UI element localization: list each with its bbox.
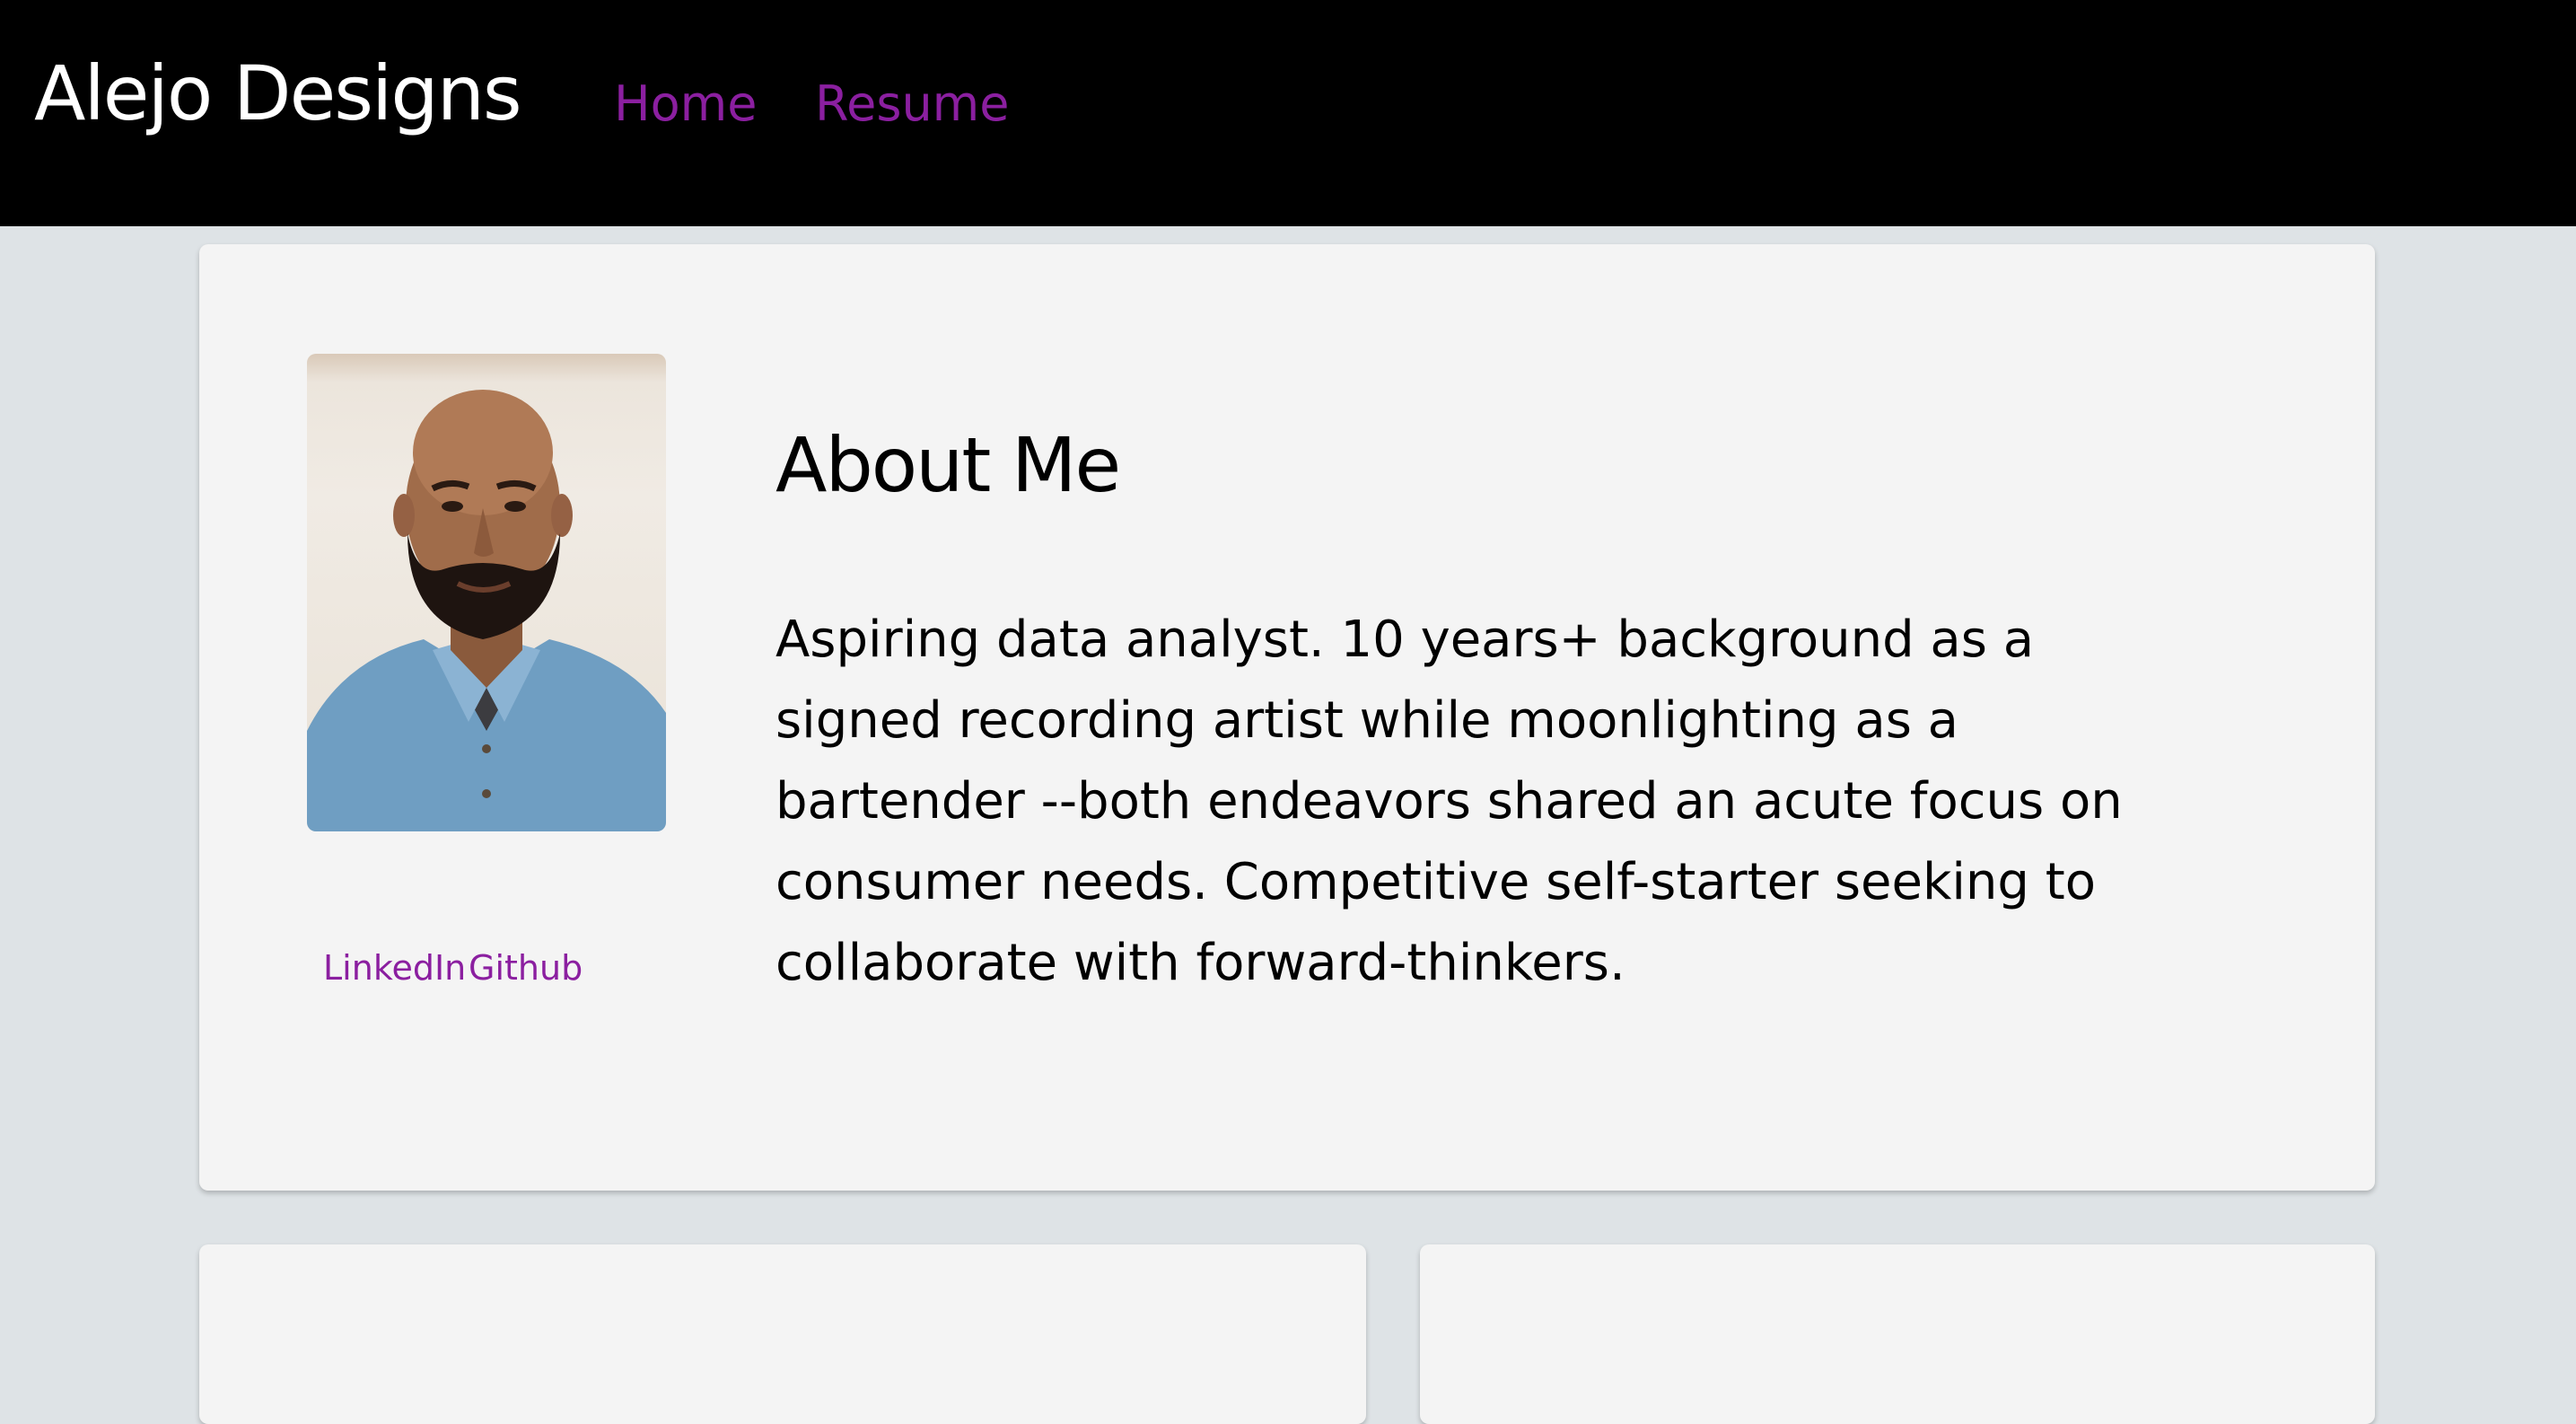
about-title: About Me (775, 421, 1121, 509)
bottom-left-card (199, 1244, 1366, 1424)
profile-photo-illustration (307, 390, 666, 831)
top-navbar: Alejo Designs Home Resume (0, 0, 2576, 226)
brand-logo[interactable]: Alejo Designs (34, 52, 522, 136)
bottom-right-card (1420, 1244, 2375, 1424)
linkedin-link[interactable]: LinkedIn (323, 949, 466, 988)
nav-home-link[interactable]: Home (614, 77, 757, 131)
github-link[interactable]: Github (469, 949, 583, 988)
about-description: Aspiring data analyst. 10 years+ backgro… (775, 611, 2123, 992)
nav-resume-link[interactable]: Resume (815, 77, 1010, 131)
about-card: LinkedIn Github About Me Aspiring data a… (199, 244, 2375, 1191)
profile-photo (307, 354, 666, 831)
